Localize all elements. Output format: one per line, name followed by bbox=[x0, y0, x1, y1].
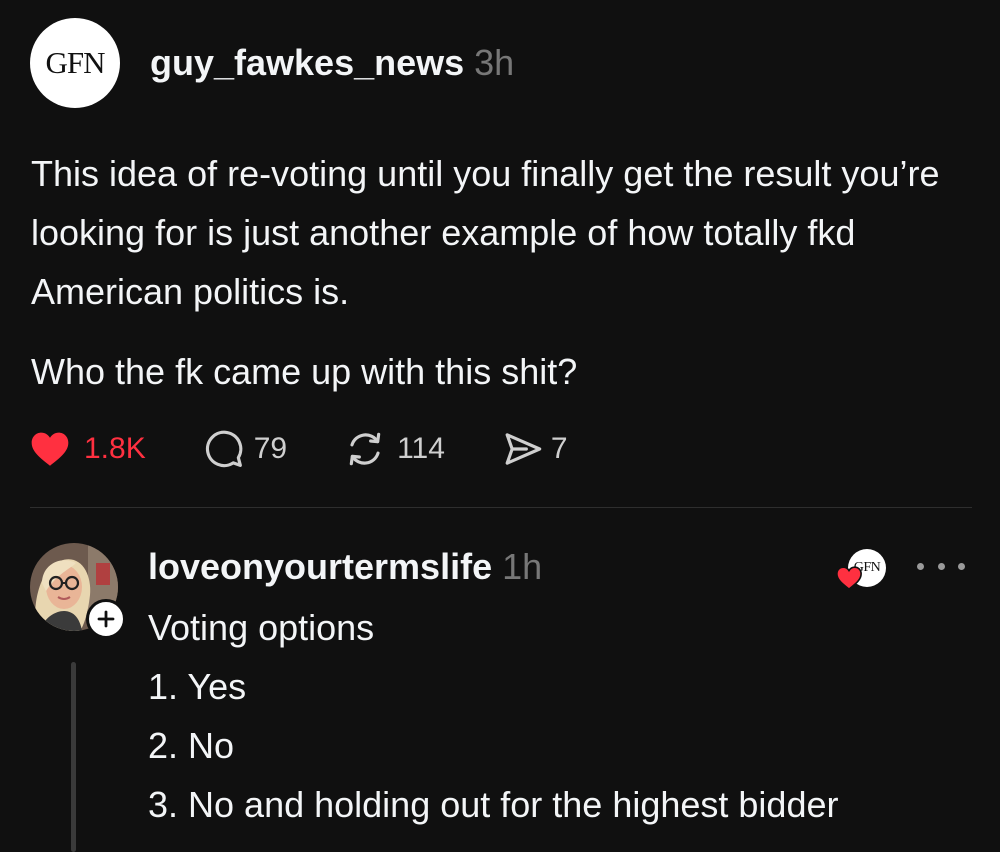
more-dot bbox=[958, 562, 965, 570]
reply-body: Voting options 1. Yes 2. No 3. No and ho… bbox=[148, 598, 839, 834]
post-paragraph: Who the fk came up with this shit? bbox=[31, 351, 578, 392]
follow-button[interactable] bbox=[86, 599, 126, 639]
post-author-name[interactable]: guy_fawkes_news bbox=[150, 42, 464, 84]
thread-line bbox=[71, 662, 76, 852]
more-dots-icon[interactable] bbox=[917, 554, 965, 578]
repost-button[interactable]: 114 bbox=[345, 429, 445, 469]
post-paragraph: This idea of re-voting until you finally… bbox=[31, 153, 940, 312]
post-timestamp: 3h bbox=[474, 42, 515, 83]
post-action-bar: 1.8K 79 114 7 bbox=[30, 426, 568, 472]
author-avatar[interactable]: GFN bbox=[30, 18, 120, 108]
reply-line: 3. No and holding out for the highest bi… bbox=[148, 784, 839, 825]
more-dot bbox=[917, 562, 924, 570]
reply-line: Voting options bbox=[148, 607, 375, 648]
heart-icon bbox=[836, 566, 862, 590]
heart-icon bbox=[31, 432, 69, 466]
section-divider bbox=[30, 507, 972, 508]
like-button[interactable]: 1.8K bbox=[30, 431, 146, 467]
reply-author-name[interactable]: loveonyourtermslife bbox=[148, 546, 492, 588]
reply-count: 79 bbox=[253, 432, 288, 465]
plus-icon bbox=[97, 610, 115, 628]
post-body: This idea of re-voting until you finally… bbox=[31, 144, 961, 401]
reply-line: 2. No bbox=[148, 725, 235, 766]
repost-arrows-icon bbox=[349, 432, 381, 466]
reply-header: loveonyourtermslife 1h bbox=[148, 544, 542, 590]
post-header: GFN guy_fawkes_news 3h bbox=[30, 18, 514, 108]
reply-line: 1. Yes bbox=[148, 666, 247, 707]
more-dot bbox=[937, 562, 945, 570]
comment-bubble-icon bbox=[205, 430, 243, 468]
share-button[interactable]: 7 bbox=[503, 429, 568, 469]
repost-count: 114 bbox=[397, 432, 445, 465]
liked-by-author-badge: GFN bbox=[836, 549, 890, 593]
reply-timestamp: 1h bbox=[502, 546, 543, 587]
share-count: 7 bbox=[550, 432, 568, 465]
like-count: 1.8K bbox=[84, 432, 146, 465]
reply-button[interactable]: 79 bbox=[204, 429, 287, 469]
avatar-logo-text: GFN bbox=[45, 45, 105, 80]
send-icon bbox=[505, 433, 542, 465]
